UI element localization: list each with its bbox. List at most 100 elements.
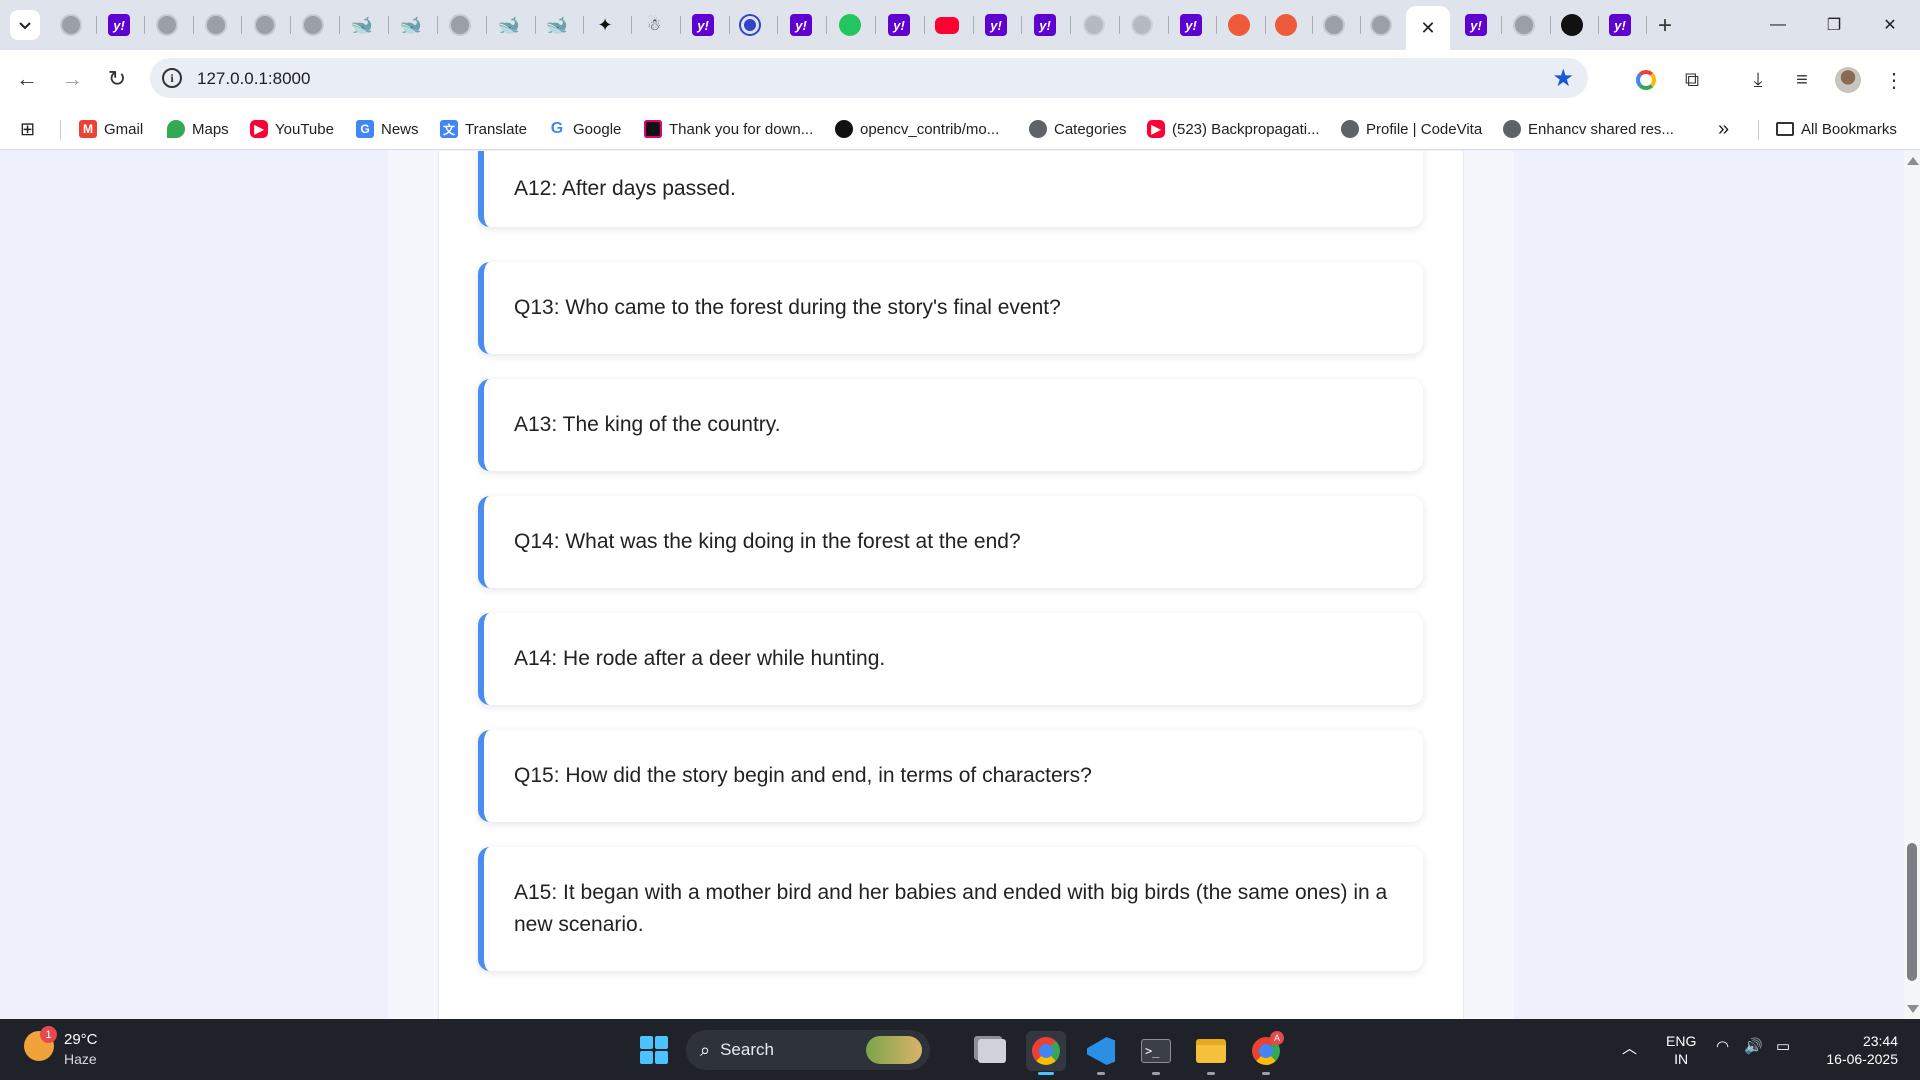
- tab-whatsapp-icon[interactable]: [839, 14, 861, 36]
- wifi-icon[interactable]: ◠: [1716, 1037, 1729, 1055]
- search-highlight-image: [866, 1036, 922, 1064]
- profile-avatar[interactable]: [1834, 66, 1862, 94]
- tab-divider: [777, 16, 778, 34]
- taskbar-file-explorer[interactable]: [1191, 1031, 1231, 1075]
- battery-icon[interactable]: ▭: [1776, 1037, 1790, 1055]
- start-button[interactable]: [640, 1036, 668, 1064]
- bookmarks-bar: ⊞ M Gmail Maps ▶ YouTube G News 文 Transl…: [0, 108, 1920, 150]
- media-control-icon[interactable]: ≡: [1788, 66, 1816, 94]
- site-info-icon[interactable]: i: [162, 68, 182, 88]
- github-icon: [835, 120, 853, 138]
- tab-deepseek-icon[interactable]: 🐋: [498, 14, 520, 36]
- scroll-down-arrow-icon[interactable]: [1907, 1005, 1919, 1013]
- tab-yahoo-icon[interactable]: y!: [1180, 14, 1202, 36]
- bookmark-categories[interactable]: Categories: [1029, 118, 1127, 140]
- bookmark-codevita[interactable]: Profile | CodeVita: [1341, 118, 1482, 140]
- active-tab[interactable]: ✕: [1406, 6, 1450, 50]
- bookmark-opencv[interactable]: opencv_contrib/mo...: [835, 118, 999, 140]
- tab-deepseek-icon[interactable]: 🐋: [546, 14, 568, 36]
- tab-divider: [388, 16, 389, 34]
- tab-divider: [1501, 16, 1502, 34]
- extension-ring-icon[interactable]: [1632, 66, 1660, 94]
- tab-globe-icon[interactable]: [302, 14, 324, 36]
- tab-globe-icon[interactable]: [205, 14, 227, 36]
- bookmark-google[interactable]: G Google: [548, 118, 622, 140]
- page-scrollbar[interactable]: [1904, 151, 1920, 1019]
- bookmark-enhancv[interactable]: Enhancv shared res...: [1503, 118, 1674, 140]
- tab-yahoo-icon[interactable]: y!: [888, 14, 910, 36]
- task-view-button[interactable]: [972, 1031, 1012, 1071]
- bookmarks-divider: [60, 120, 61, 140]
- taskbar-chrome[interactable]: [1026, 1031, 1066, 1075]
- bookmark-gmail[interactable]: M Gmail: [79, 118, 143, 140]
- bookmark-label: Categories: [1054, 120, 1127, 138]
- tab-deepseek-icon[interactable]: 🐋: [351, 14, 373, 36]
- tab-raven-icon[interactable]: ✦: [594, 14, 616, 36]
- tab-globe-icon[interactable]: [1083, 14, 1105, 36]
- tab-globe-icon[interactable]: [1513, 14, 1535, 36]
- bookmark-youtube[interactable]: ▶ YouTube: [250, 118, 334, 140]
- tab-divider: [583, 16, 584, 34]
- tab-yahoo-icon[interactable]: y!: [790, 14, 812, 36]
- google-icon: G: [550, 120, 564, 137]
- show-hidden-icons-chevron-up-icon[interactable]: ︿: [1622, 1037, 1637, 1058]
- taskbar-search[interactable]: ⌕ Search: [686, 1030, 930, 1070]
- bookmark-maps[interactable]: Maps: [167, 118, 229, 140]
- close-window-button[interactable]: ✕: [1870, 10, 1910, 40]
- tab-yahoo-icon[interactable]: y!: [985, 14, 1007, 36]
- tab-globe-icon[interactable]: [1131, 14, 1153, 36]
- taskbar-vscode[interactable]: [1081, 1031, 1121, 1075]
- tab-youtube-icon[interactable]: [935, 17, 959, 34]
- tab-yahoo-icon[interactable]: y!: [108, 14, 130, 36]
- taskbar-chrome-profile[interactable]: A: [1246, 1031, 1286, 1075]
- tab-yahoo-icon[interactable]: y!: [1034, 14, 1056, 36]
- tab-globe-icon[interactable]: [254, 14, 276, 36]
- all-bookmarks-button[interactable]: All Bookmarks: [1776, 118, 1897, 140]
- tab-ghost-icon[interactable]: ☃: [643, 14, 665, 36]
- extensions-puzzle-icon[interactable]: ⧉: [1678, 66, 1706, 94]
- address-bar[interactable]: i 127.0.0.1:8000 ★: [150, 58, 1588, 98]
- tab-cloud-icon[interactable]: [1228, 14, 1250, 36]
- taskbar-terminal[interactable]: >_: [1136, 1031, 1176, 1075]
- system-clock[interactable]: 23:44 16-06-2025: [1816, 1032, 1898, 1068]
- bookmark-backpropagation[interactable]: ▶ (523) Backpropagati...: [1147, 118, 1320, 140]
- weather-temperature: 29°C: [64, 1031, 98, 1048]
- volume-icon[interactable]: 🔊: [1744, 1037, 1763, 1055]
- bookmarks-overflow-icon[interactable]: »: [1718, 118, 1729, 140]
- all-bookmarks-label: All Bookmarks: [1801, 120, 1897, 138]
- reload-button[interactable]: ↻: [102, 64, 132, 94]
- language-indicator[interactable]: ENG IN: [1666, 1032, 1696, 1068]
- tab-globe-icon[interactable]: [449, 14, 471, 36]
- new-tab-button[interactable]: +: [1652, 12, 1678, 40]
- download-icon[interactable]: ⤓: [1744, 66, 1772, 94]
- tab-globe-icon[interactable]: [1370, 14, 1392, 36]
- tab-yahoo-icon[interactable]: y!: [692, 14, 714, 36]
- restore-button[interactable]: ❐: [1814, 10, 1854, 40]
- qa-text: A12: After days passed.: [514, 177, 736, 200]
- tab-yahoo-icon[interactable]: y!: [1609, 14, 1631, 36]
- bookmark-star-icon[interactable]: ★: [1552, 64, 1574, 93]
- back-button[interactable]: ←: [12, 64, 42, 94]
- bookmark-label: Google: [573, 120, 622, 138]
- apps-grid-icon[interactable]: ⊞: [20, 118, 35, 140]
- tab-search-button[interactable]: [10, 10, 40, 40]
- tab-globe-icon[interactable]: [60, 14, 82, 36]
- menu-kebab-icon[interactable]: ⋮: [1880, 66, 1908, 94]
- tab-yahoo-icon[interactable]: y!: [1465, 14, 1487, 36]
- scroll-up-arrow-icon[interactable]: [1907, 157, 1919, 165]
- forward-button[interactable]: →: [57, 64, 87, 94]
- tab-globe-icon[interactable]: [156, 14, 178, 36]
- tab-github-icon[interactable]: [1561, 14, 1583, 36]
- bookmark-jetbrains[interactable]: Thank you for down...: [644, 118, 813, 140]
- bookmark-translate[interactable]: 文 Translate: [440, 118, 527, 140]
- minimize-button[interactable]: —: [1758, 10, 1798, 40]
- tab-cloud-icon[interactable]: [1275, 14, 1297, 36]
- tab-globe-icon[interactable]: [1323, 14, 1345, 36]
- close-tab-icon[interactable]: ✕: [1420, 18, 1435, 39]
- tab-target-icon[interactable]: [741, 16, 759, 34]
- url-text[interactable]: 127.0.0.1:8000: [197, 69, 310, 89]
- scrollbar-thumb[interactable]: [1907, 843, 1917, 981]
- bookmark-news[interactable]: G News: [356, 118, 419, 140]
- tab-deepseek-icon[interactable]: 🐋: [400, 14, 422, 36]
- running-indicator: [1038, 1072, 1054, 1075]
